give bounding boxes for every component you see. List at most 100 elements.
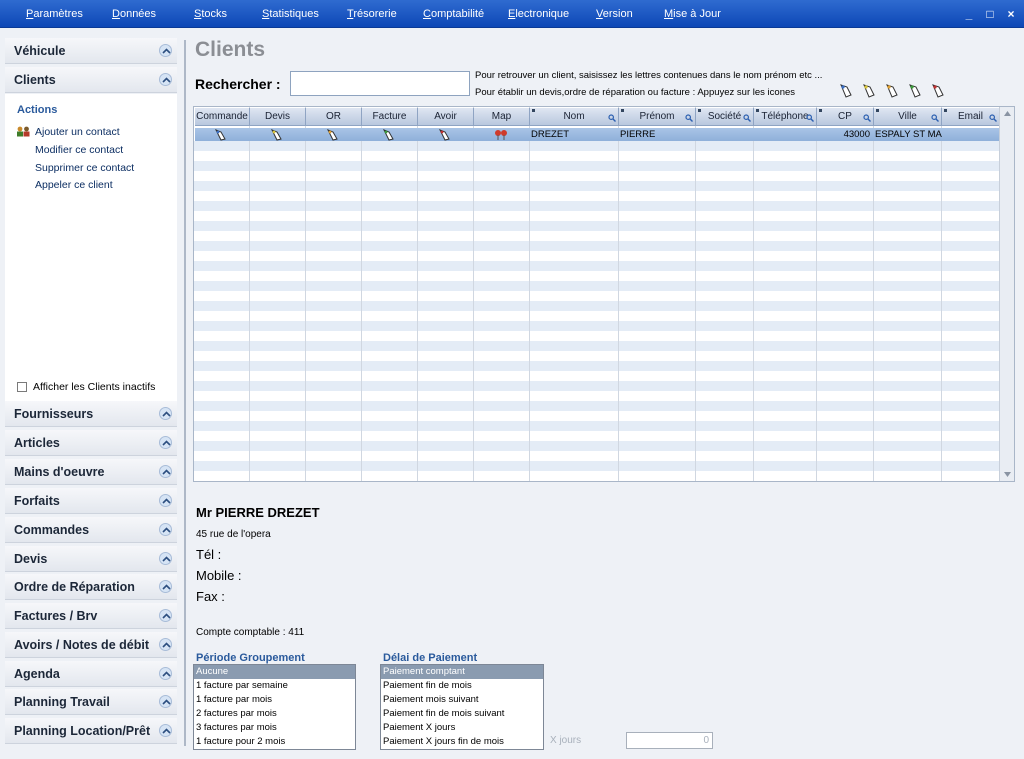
nav-section-agenda[interactable]: Agenda xyxy=(5,661,177,687)
devis-icon[interactable] xyxy=(861,83,877,102)
nav-section-commandes[interactable]: Commandes xyxy=(5,517,177,543)
map-pin-icon[interactable] xyxy=(493,129,509,141)
delai-listbox[interactable]: Paiement comptant Paiement fin de mois P… xyxy=(380,664,544,750)
menu-statistiques[interactable]: Statistiques xyxy=(262,8,319,20)
grid-row-band xyxy=(194,331,1000,341)
periode-option[interactable]: 2 factures par mois xyxy=(194,707,355,721)
splitter[interactable] xyxy=(184,40,186,746)
page-title: Clients xyxy=(195,38,266,61)
chevron-up-icon[interactable] xyxy=(159,695,172,708)
chevron-up-icon[interactable] xyxy=(159,609,172,622)
col-commande[interactable]: Commande xyxy=(195,108,250,126)
chevron-up-icon[interactable] xyxy=(159,580,172,593)
chevron-up-icon[interactable] xyxy=(159,465,172,478)
row-devis-icon[interactable] xyxy=(270,129,284,141)
cell-cp: 43000 xyxy=(843,129,870,140)
delai-option[interactable]: Paiement fin de mois xyxy=(381,679,543,693)
show-inactive-checkbox[interactable]: Afficher les Clients inactifs xyxy=(17,381,155,393)
delai-option[interactable]: Paiement X jours xyxy=(381,721,543,735)
menu-stocks[interactable]: Stocks xyxy=(194,8,227,20)
avoir-icon[interactable] xyxy=(930,83,946,102)
menu-parametres[interactable]: Paramètres xyxy=(26,8,83,20)
periode-option[interactable]: 1 facture par semaine xyxy=(194,679,355,693)
menu-donnees[interactable]: Données xyxy=(112,8,156,20)
col-ville[interactable]: Ville xyxy=(874,108,942,126)
search-input[interactable] xyxy=(290,71,470,96)
delai-option[interactable]: Paiement fin de mois suivant xyxy=(381,707,543,721)
action-add-contact[interactable]: Ajouter un contact xyxy=(35,126,120,138)
grid-row-band xyxy=(194,291,1000,301)
chevron-up-icon[interactable] xyxy=(159,552,172,565)
cell-prenom: PIERRE xyxy=(620,129,656,140)
grid-row-band xyxy=(194,271,1000,281)
nav-section-mains-oeuvre[interactable]: Mains d'oeuvre xyxy=(5,459,177,485)
action-delete-contact[interactable]: Supprimer ce contact xyxy=(35,162,134,174)
col-facture[interactable]: Facture xyxy=(362,108,418,126)
chevron-up-icon[interactable] xyxy=(159,407,172,420)
row-facture-icon[interactable] xyxy=(382,129,396,141)
action-call-client[interactable]: Appeler ce client xyxy=(35,179,113,191)
nav-section-articles[interactable]: Articles xyxy=(5,430,177,456)
nav-section-ordre-reparation[interactable]: Ordre de Réparation xyxy=(5,574,177,600)
col-nom[interactable]: Nom xyxy=(530,108,619,126)
nav-section-factures[interactable]: Factures / Brv xyxy=(5,603,177,629)
menu-mise-a-jour[interactable]: Mise à Jour xyxy=(664,8,721,20)
row-commande-icon[interactable] xyxy=(214,129,228,141)
menu-version[interactable]: Version xyxy=(596,8,633,20)
chevron-up-icon[interactable] xyxy=(159,436,172,449)
col-email[interactable]: Email xyxy=(942,108,1000,126)
menu-comptabilite[interactable]: Comptabilité xyxy=(423,8,484,20)
nav-section-planning-location[interactable]: Planning Location/Prêt xyxy=(5,718,177,744)
periode-option[interactable]: 3 factures par mois xyxy=(194,721,355,735)
maximize-icon[interactable]: □ xyxy=(983,7,997,21)
delai-option[interactable]: Paiement comptant xyxy=(381,665,543,679)
delai-option[interactable]: Paiement X jours fin de mois xyxy=(381,735,543,749)
periode-option[interactable]: Aucune xyxy=(194,665,355,679)
col-or[interactable]: OR xyxy=(306,108,362,126)
close-icon[interactable]: × xyxy=(1004,7,1018,21)
grid-scrollbar[interactable] xyxy=(999,107,1014,481)
periode-listbox[interactable]: Aucune 1 facture par semaine 1 facture p… xyxy=(193,664,356,750)
nav-section-devis[interactable]: Devis xyxy=(5,546,177,572)
nav-section-planning-travail[interactable]: Planning Travail xyxy=(5,689,177,715)
add-contact-icon xyxy=(16,126,31,140)
facture-icon[interactable] xyxy=(907,83,923,102)
nav-section-avoirs[interactable]: Avoirs / Notes de débit xyxy=(5,632,177,658)
delai-option[interactable]: Paiement mois suivant xyxy=(381,693,543,707)
search-icon xyxy=(685,114,693,122)
row-avoir-icon[interactable] xyxy=(438,129,452,141)
col-cp[interactable]: CP xyxy=(817,108,874,126)
chevron-up-icon[interactable] xyxy=(159,638,172,651)
nav-section-vehicule[interactable]: Véhicule xyxy=(5,38,177,64)
commande-icon[interactable] xyxy=(838,83,854,102)
col-telephone[interactable]: Téléphone xyxy=(754,108,817,126)
xjours-input[interactable]: 0 xyxy=(626,732,713,749)
periode-option[interactable]: 1 facture pour 2 mois xyxy=(194,735,355,749)
menu-bar: Paramètres Données Stocks Statistiques T… xyxy=(0,0,1024,28)
nav-section-forfaits[interactable]: Forfaits xyxy=(5,488,177,514)
periode-option[interactable]: 1 facture par mois xyxy=(194,693,355,707)
chevron-up-icon[interactable] xyxy=(159,73,172,86)
col-avoir[interactable]: Avoir xyxy=(418,108,474,126)
col-prenom[interactable]: Prénom xyxy=(619,108,696,126)
chevron-up-icon[interactable] xyxy=(159,494,172,507)
chevron-up-icon[interactable] xyxy=(159,44,172,57)
action-edit-contact[interactable]: Modifier ce contact xyxy=(35,144,123,156)
menu-electronique[interactable]: Electronique xyxy=(508,8,569,20)
nav-section-clients[interactable]: Clients xyxy=(5,67,177,93)
minimize-icon[interactable]: _ xyxy=(962,7,976,21)
row-or-icon[interactable] xyxy=(326,129,340,141)
col-societe[interactable]: Société xyxy=(696,108,754,126)
chevron-up-icon[interactable] xyxy=(159,667,172,680)
chevron-up-icon[interactable] xyxy=(159,724,172,737)
clients-actions-panel: Actions Ajouter un contact Modifier ce c… xyxy=(5,94,177,402)
col-map[interactable]: Map xyxy=(474,108,530,126)
col-devis[interactable]: Devis xyxy=(250,108,306,126)
or-icon[interactable] xyxy=(884,83,900,102)
menu-tresorerie[interactable]: Trésorerie xyxy=(347,8,397,20)
nav-section-fournisseurs[interactable]: Fournisseurs xyxy=(5,401,177,427)
grid-row-band xyxy=(194,221,1000,231)
grid-row-band xyxy=(194,321,1000,331)
chevron-up-icon[interactable] xyxy=(159,523,172,536)
grid-row-band xyxy=(194,401,1000,411)
